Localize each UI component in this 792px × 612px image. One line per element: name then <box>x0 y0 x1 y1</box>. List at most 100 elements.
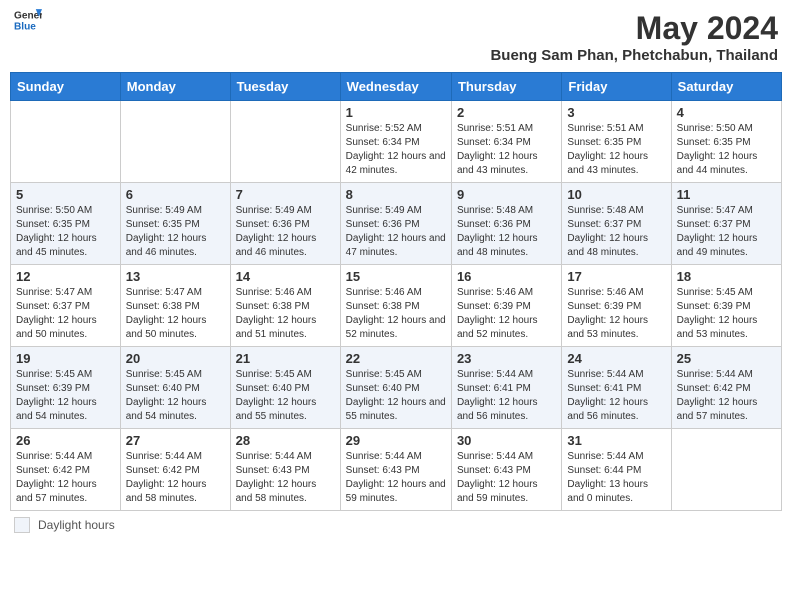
day-number: 3 <box>567 105 665 120</box>
calendar-table: SundayMondayTuesdayWednesdayThursdayFrid… <box>10 72 782 511</box>
calendar-cell: 2 Sunrise: 5:51 AM Sunset: 6:34 PM Daylig… <box>451 101 561 183</box>
day-info: Sunrise: 5:45 AM Sunset: 6:40 PM Dayligh… <box>236 368 335 424</box>
day-number: 2 <box>457 105 556 120</box>
day-number: 18 <box>677 269 776 284</box>
day-number: 1 <box>346 105 446 120</box>
day-info: Sunrise: 5:49 AM Sunset: 6:36 PM Dayligh… <box>346 204 446 260</box>
day-info: Sunrise: 5:45 AM Sunset: 6:40 PM Dayligh… <box>126 368 225 424</box>
day-info: Sunrise: 5:48 AM Sunset: 6:37 PM Dayligh… <box>567 204 665 260</box>
location-subtitle: Bueng Sam Phan, Phetchabun, Thailand <box>490 47 778 64</box>
day-number: 20 <box>126 351 225 366</box>
day-info: Sunrise: 5:47 AM Sunset: 6:37 PM Dayligh… <box>16 286 115 342</box>
day-number: 13 <box>126 269 225 284</box>
day-number: 7 <box>236 187 335 202</box>
day-number: 4 <box>677 105 776 120</box>
calendar-cell: 4Sunrise: 5:50 AM Sunset: 6:35 PM Daylig… <box>671 101 781 183</box>
day-number: 28 <box>236 433 335 448</box>
calendar-cell: 25Sunrise: 5:44 AM Sunset: 6:42 PM Dayli… <box>671 347 781 429</box>
day-number: 16 <box>457 269 556 284</box>
day-info: Sunrise: 5:51 AM Sunset: 6:34 PM Dayligh… <box>457 122 556 178</box>
day-number: 31 <box>567 433 665 448</box>
col-header-sunday: Sunday <box>11 73 121 101</box>
calendar-cell: 11Sunrise: 5:47 AM Sunset: 6:37 PM Dayli… <box>671 183 781 265</box>
calendar-cell: 18Sunrise: 5:45 AM Sunset: 6:39 PM Dayli… <box>671 265 781 347</box>
calendar-cell: 1 Sunrise: 5:52 AM Sunset: 6:34 PM Daylig… <box>340 101 451 183</box>
day-number: 15 <box>346 269 446 284</box>
day-info: Sunrise: 5:46 AM Sunset: 6:39 PM Dayligh… <box>457 286 556 342</box>
page-header: General Blue May 2024 Bueng Sam Phan, Ph… <box>10 10 782 64</box>
day-info: Sunrise: 5:44 AM Sunset: 6:43 PM Dayligh… <box>236 450 335 506</box>
day-number: 29 <box>346 433 446 448</box>
day-info: Sunrise: 5:48 AM Sunset: 6:36 PM Dayligh… <box>457 204 556 260</box>
day-number: 30 <box>457 433 556 448</box>
day-info: Sunrise: 5:51 AM Sunset: 6:35 PM Dayligh… <box>567 122 665 178</box>
calendar-cell: 16 Sunrise: 5:46 AM Sunset: 6:39 PM Dayli… <box>451 265 561 347</box>
calendar-cell: 28 Sunrise: 5:44 AM Sunset: 6:43 PM Dayli… <box>230 429 340 511</box>
day-number: 27 <box>126 433 225 448</box>
calendar-header-row: SundayMondayTuesdayWednesdayThursdayFrid… <box>11 73 782 101</box>
calendar-cell: 24Sunrise: 5:44 AM Sunset: 6:41 PM Dayli… <box>562 347 671 429</box>
calendar-cell <box>230 101 340 183</box>
svg-text:Blue: Blue <box>14 21 36 32</box>
calendar-cell <box>671 429 781 511</box>
day-number: 14 <box>236 269 335 284</box>
day-info: Sunrise: 5:46 AM Sunset: 6:38 PM Dayligh… <box>236 286 335 342</box>
day-number: 23 <box>457 351 556 366</box>
day-info: Sunrise: 5:47 AM Sunset: 6:37 PM Dayligh… <box>677 204 776 260</box>
col-header-thursday: Thursday <box>451 73 561 101</box>
col-header-saturday: Saturday <box>671 73 781 101</box>
day-info: Sunrise: 5:47 AM Sunset: 6:38 PM Dayligh… <box>126 286 225 342</box>
logo: General Blue <box>14 10 42 34</box>
day-info: Sunrise: 5:49 AM Sunset: 6:35 PM Dayligh… <box>126 204 225 260</box>
calendar-week-2: 5 Sunrise: 5:50 AM Sunset: 6:35 PM Daylig… <box>11 183 782 265</box>
day-info: Sunrise: 5:52 AM Sunset: 6:34 PM Dayligh… <box>346 122 446 178</box>
col-header-friday: Friday <box>562 73 671 101</box>
day-info: Sunrise: 5:44 AM Sunset: 6:42 PM Dayligh… <box>16 450 115 506</box>
day-number: 17 <box>567 269 665 284</box>
day-info: Sunrise: 5:46 AM Sunset: 6:39 PM Dayligh… <box>567 286 665 342</box>
col-header-tuesday: Tuesday <box>230 73 340 101</box>
day-info: Sunrise: 5:50 AM Sunset: 6:35 PM Dayligh… <box>16 204 115 260</box>
title-block: May 2024 Bueng Sam Phan, Phetchabun, Tha… <box>490 10 778 64</box>
calendar-cell: 19 Sunrise: 5:45 AM Sunset: 6:39 PM Dayli… <box>11 347 121 429</box>
day-number: 19 <box>16 351 115 366</box>
day-number: 12 <box>16 269 115 284</box>
calendar-week-1: 1 Sunrise: 5:52 AM Sunset: 6:34 PM Daylig… <box>11 101 782 183</box>
day-number: 21 <box>236 351 335 366</box>
day-info: Sunrise: 5:49 AM Sunset: 6:36 PM Dayligh… <box>236 204 335 260</box>
daylight-label: Daylight hours <box>38 518 115 532</box>
calendar-cell: 8 Sunrise: 5:49 AM Sunset: 6:36 PM Daylig… <box>340 183 451 265</box>
calendar-cell: 31Sunrise: 5:44 AM Sunset: 6:44 PM Dayli… <box>562 429 671 511</box>
calendar-cell: 13 Sunrise: 5:47 AM Sunset: 6:38 PM Dayli… <box>120 265 230 347</box>
day-info: Sunrise: 5:44 AM Sunset: 6:42 PM Dayligh… <box>126 450 225 506</box>
logo-icon: General Blue <box>14 6 42 34</box>
calendar-cell: 29 Sunrise: 5:44 AM Sunset: 6:43 PM Dayli… <box>340 429 451 511</box>
calendar-cell: 27 Sunrise: 5:44 AM Sunset: 6:42 PM Dayli… <box>120 429 230 511</box>
calendar-cell: 23Sunrise: 5:44 AM Sunset: 6:41 PM Dayli… <box>451 347 561 429</box>
calendar-cell: 5 Sunrise: 5:50 AM Sunset: 6:35 PM Daylig… <box>11 183 121 265</box>
daylight-color-swatch <box>14 517 30 533</box>
calendar-cell: 7 Sunrise: 5:49 AM Sunset: 6:36 PM Daylig… <box>230 183 340 265</box>
calendar-cell: 26 Sunrise: 5:44 AM Sunset: 6:42 PM Dayli… <box>11 429 121 511</box>
calendar-cell: 21 Sunrise: 5:45 AM Sunset: 6:40 PM Dayli… <box>230 347 340 429</box>
calendar-cell: 17 Sunrise: 5:46 AM Sunset: 6:39 PM Dayli… <box>562 265 671 347</box>
calendar-cell <box>11 101 121 183</box>
day-number: 5 <box>16 187 115 202</box>
col-header-monday: Monday <box>120 73 230 101</box>
calendar-footer: Daylight hours <box>10 517 782 533</box>
calendar-cell <box>120 101 230 183</box>
day-number: 26 <box>16 433 115 448</box>
day-info: Sunrise: 5:44 AM Sunset: 6:43 PM Dayligh… <box>346 450 446 506</box>
calendar-cell: 15Sunrise: 5:46 AM Sunset: 6:38 PM Dayli… <box>340 265 451 347</box>
calendar-cell: 20 Sunrise: 5:45 AM Sunset: 6:40 PM Dayli… <box>120 347 230 429</box>
calendar-cell: 9Sunrise: 5:48 AM Sunset: 6:36 PM Daylig… <box>451 183 561 265</box>
day-number: 8 <box>346 187 446 202</box>
day-info: Sunrise: 5:44 AM Sunset: 6:41 PM Dayligh… <box>567 368 665 424</box>
day-number: 6 <box>126 187 225 202</box>
day-info: Sunrise: 5:45 AM Sunset: 6:39 PM Dayligh… <box>16 368 115 424</box>
day-number: 25 <box>677 351 776 366</box>
calendar-cell: 3 Sunrise: 5:51 AM Sunset: 6:35 PM Daylig… <box>562 101 671 183</box>
calendar-cell: 12 Sunrise: 5:47 AM Sunset: 6:37 PM Dayli… <box>11 265 121 347</box>
day-number: 10 <box>567 187 665 202</box>
day-info: Sunrise: 5:45 AM Sunset: 6:40 PM Dayligh… <box>346 368 446 424</box>
